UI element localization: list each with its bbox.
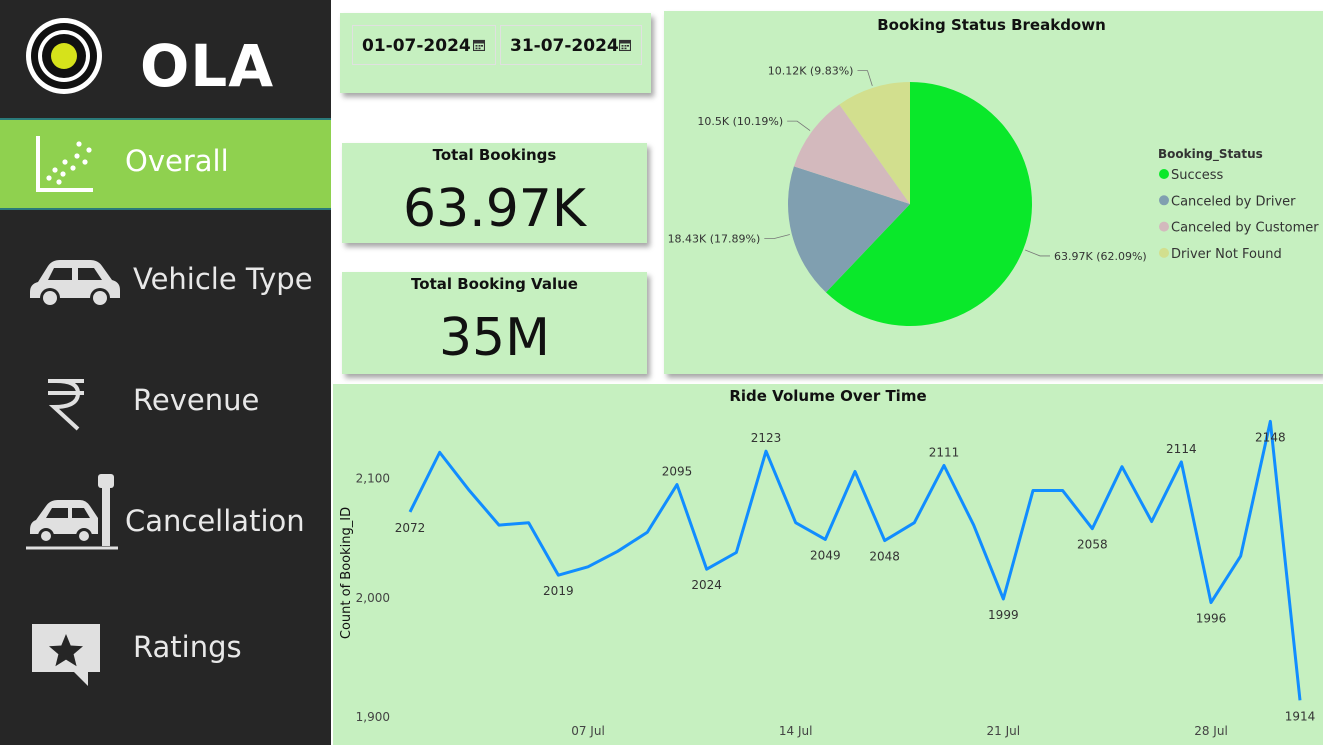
y-tick-label: 1,900 (356, 710, 390, 724)
series-line (408, 419, 1302, 701)
star-comment-icon (32, 624, 100, 686)
data-label: 2095 (662, 465, 693, 479)
data-label: 2072 (395, 521, 426, 535)
data-label: 2058 (1077, 538, 1108, 552)
kpi-card-total-booking-value: Total Booking Value 35M (342, 272, 647, 374)
car-icon (30, 260, 120, 308)
sidebar-item-vehicle-type[interactable]: Vehicle Type (0, 234, 331, 326)
legend-label: Driver Not Found (1171, 247, 1282, 262)
data-label: 2019 (543, 584, 574, 598)
kpi-value: 35M (438, 308, 551, 368)
legend-marker (1159, 221, 1169, 232)
end-date-input[interactable]: 31-07-2024 (500, 25, 642, 65)
sidebar-item-overall[interactable]: Overall (0, 118, 331, 210)
kpi-card-total-bookings: Total Bookings 63.97K (342, 143, 647, 243)
sidebar-item-label: Overall (125, 144, 229, 178)
data-label: 2111 (929, 445, 960, 459)
y-tick-label: 2,100 (356, 472, 390, 486)
ola-logo: OLA (24, 14, 273, 100)
sidebar-item-revenue[interactable]: Revenue (0, 353, 331, 445)
pie-data-label: 18.43K (17.89%) (668, 232, 761, 245)
calendar-icon[interactable] (619, 39, 631, 51)
pie-chart-plot: 63.97K (62.09%) 18.43K (17.89%) 10.5K (10.… (668, 65, 1319, 326)
legend-marker (1159, 247, 1169, 258)
y-axis-title: Count of Booking_ID (339, 507, 354, 639)
kpi-title: Total Booking Value (411, 275, 578, 293)
scatter-chart-icon (36, 136, 93, 192)
kpi-value: 63.97K (403, 179, 586, 239)
sidebar-item-label: Ratings (133, 630, 242, 664)
pie-data-label: 10.5K (10.19%) (697, 115, 783, 128)
rupee-icon (48, 379, 84, 431)
start-date-value: 01-07-2024 (362, 36, 471, 56)
x-tick-label: 07 Jul (571, 724, 605, 738)
sidebar: OLA Overall Vehicle Type Revenue Cancell… (0, 0, 331, 745)
pie-leader-line (1025, 249, 1051, 257)
legend-label: Success (1171, 168, 1224, 183)
legend-label: Canceled by Customer (1171, 221, 1319, 236)
ride-volume-chart: Ride Volume Over Time Count of Booking_I… (333, 384, 1323, 745)
x-tick-label: 14 Jul (779, 724, 813, 738)
x-tick-label: 28 Jul (1194, 724, 1228, 738)
end-date-value: 31-07-2024 (510, 36, 619, 56)
pie-data-label: 10.12K (9.83%) (768, 65, 854, 78)
data-label: 2114 (1166, 442, 1197, 456)
calendar-icon[interactable] (473, 39, 485, 51)
sidebar-item-label: Revenue (133, 383, 260, 417)
data-label: 2148 (1255, 430, 1286, 444)
kpi-title: Total Bookings (432, 146, 557, 164)
start-date-input[interactable]: 01-07-2024 (352, 25, 496, 65)
car-crash-icon (26, 474, 118, 550)
data-label: 1996 (1196, 612, 1227, 626)
pie-leader-line (857, 70, 873, 86)
legend-marker (1159, 195, 1169, 206)
brand-name: OLA (140, 32, 275, 100)
pie-leader-line (764, 234, 790, 239)
line-chart-plot: Count of Booking_ID 1,900 2,000 2,100 07 Jul… (339, 419, 1316, 738)
legend-title: Booking_Status (1158, 147, 1263, 162)
pie-leader-line (787, 120, 811, 131)
data-label: 1999 (988, 608, 1019, 622)
sidebar-item-ratings[interactable]: Ratings (0, 600, 331, 692)
sidebar-item-cancellation[interactable]: Cancellation (0, 472, 331, 564)
legend-marker (1159, 169, 1169, 179)
data-label: 2048 (869, 550, 900, 564)
ola-logo-icon (26, 18, 102, 94)
pie-data-label: 63.97K (62.09%) (1054, 250, 1147, 263)
sidebar-item-label: Cancellation (125, 504, 305, 538)
sidebar-item-label: Vehicle Type (133, 262, 313, 296)
x-tick-label: 21 Jul (987, 724, 1021, 738)
data-label: 2024 (691, 578, 722, 592)
data-label: 1914 (1285, 709, 1316, 723)
legend-label: Canceled by Driver (1171, 194, 1296, 209)
data-label: 2049 (810, 548, 841, 562)
y-tick-label: 2,000 (356, 591, 390, 605)
data-label: 2123 (751, 431, 782, 445)
date-range-slicer: 01-07-2024 31-07-2024 (340, 13, 651, 93)
booking-status-chart: Booking Status Breakdown 63.97K (62.09%)… (664, 11, 1323, 374)
